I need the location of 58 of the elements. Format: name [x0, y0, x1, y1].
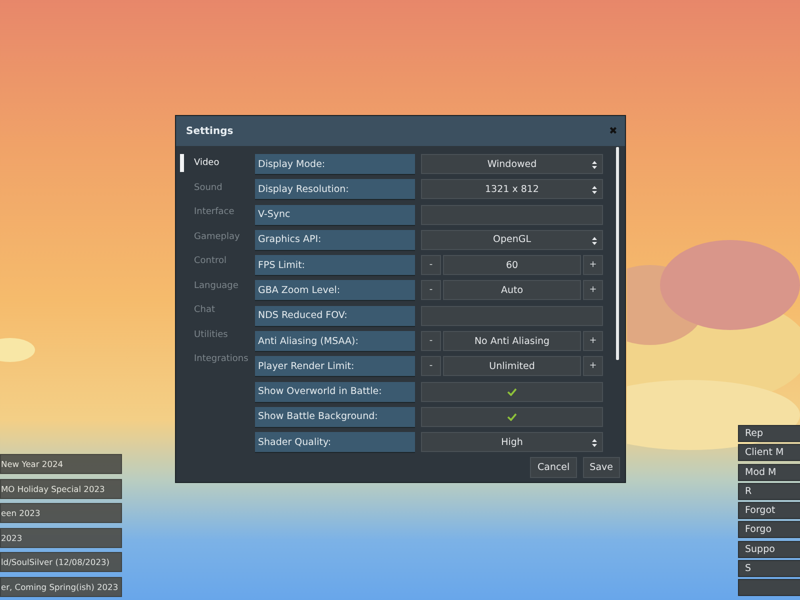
value-field: Unlimited	[443, 356, 581, 376]
menu-button[interactable]: Forgot	[738, 502, 800, 520]
window-title: Settings	[186, 126, 234, 136]
save-button[interactable]: Save	[582, 457, 620, 478]
setting-label: Show Overworld in Battle:	[255, 382, 415, 402]
menu-button[interactable]: S	[738, 560, 800, 578]
increment-button[interactable]: +	[583, 331, 603, 352]
decrement-button[interactable]: -	[421, 280, 441, 300]
setting-label: FPS Limit:	[255, 255, 415, 276]
decrement-button[interactable]: -	[421, 255, 441, 276]
value-field: No Anti Aliasing	[443, 331, 581, 352]
menu-button[interactable]: Client M	[738, 444, 800, 462]
checkbox[interactable]	[421, 406, 603, 427]
dropdown[interactable]: Windowed	[421, 154, 603, 174]
scrollbar[interactable]	[616, 147, 619, 360]
menu-button[interactable]: Rep	[738, 425, 800, 442]
menu-button[interactable]	[738, 579, 800, 596]
setting-label: Show Battle Background:	[255, 406, 415, 427]
setting-label: NDS Reduced FOV:	[255, 306, 415, 326]
cancel-button[interactable]: Cancel	[530, 457, 577, 478]
news-item[interactable]: een 2023	[0, 503, 122, 523]
decrement-button[interactable]: -	[421, 331, 441, 352]
updown-arrows-icon	[592, 236, 597, 245]
news-item[interactable]: 2023	[0, 528, 122, 548]
updown-arrows-icon	[592, 186, 597, 194]
menu-button[interactable]: Suppo	[738, 540, 800, 558]
increment-button[interactable]: +	[583, 356, 603, 376]
increment-button[interactable]: +	[583, 280, 603, 300]
setting-label: GBA Zoom Level:	[255, 280, 415, 300]
updown-arrows-icon	[592, 161, 597, 169]
setting-label: Graphics API:	[255, 230, 415, 250]
setting-label: Display Resolution:	[255, 179, 415, 200]
checkmark-icon	[507, 388, 517, 396]
setting-label: Shader Quality:	[255, 432, 415, 452]
menu-button[interactable]: R	[738, 482, 800, 500]
dropdown[interactable]: High	[421, 432, 603, 452]
news-item[interactable]: er, Coming Spring(ish) 2023	[0, 576, 122, 596]
news-item[interactable]: ld/SoulSilver (12/08/2023)	[0, 552, 122, 572]
setting-label: Anti Aliasing (MSAA):	[255, 331, 415, 352]
increment-button[interactable]: +	[583, 255, 603, 276]
decrement-button[interactable]: -	[421, 356, 441, 376]
menu-button[interactable]: Mod M	[738, 464, 800, 481]
cloud-drawing	[0, 338, 36, 362]
checkbox[interactable]	[421, 306, 603, 326]
checkbox[interactable]	[421, 204, 603, 225]
setting-label: V-Sync	[255, 204, 415, 225]
updown-arrows-icon	[592, 439, 597, 448]
setting-label: Player Render Limit:	[255, 356, 415, 376]
menu-button[interactable]: Forgo	[738, 521, 800, 538]
news-item[interactable]: MO Holiday Special 2023	[0, 478, 122, 498]
checkmark-icon	[507, 412, 517, 421]
value-field: 60	[443, 255, 581, 276]
setting-label: Display Mode:	[255, 154, 415, 174]
checkbox[interactable]	[421, 382, 603, 402]
dropdown[interactable]: OpenGL	[421, 230, 603, 250]
news-item[interactable]: New Year 2024	[0, 454, 122, 474]
value-field: Auto	[443, 280, 581, 300]
dropdown[interactable]: 1321 x 812	[421, 179, 603, 200]
